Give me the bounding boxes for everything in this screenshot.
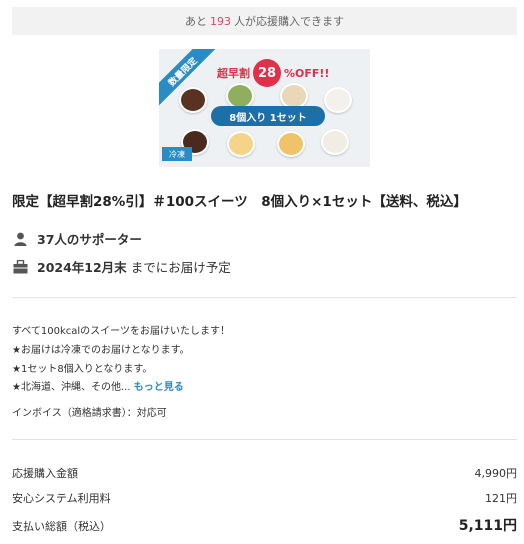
sale-label: 超早割	[217, 67, 250, 80]
support-amount-row: 応援購入金額 4,990円	[12, 465, 517, 481]
remaining-prefix: あと	[185, 15, 207, 28]
delivery-row: 2024年12月末 までにお届け予定	[12, 257, 231, 276]
product-title: 限定【超早割28%引】＃100スイーツ 8個入り×1セット【送料、税込】	[12, 194, 467, 210]
total-label: 支払い総額（税込）	[12, 520, 111, 533]
supporters-row: 37人のサポーター	[12, 229, 146, 248]
description-line: すべて100kcalのスイーツをお届けいたします！	[12, 326, 230, 337]
remaining-suffix: 人が応援購入できます	[234, 15, 344, 28]
divider	[12, 297, 517, 298]
description-line: ★1セット8個入りとなります。	[12, 364, 153, 375]
box-icon	[12, 259, 28, 275]
set-pill: 8個入り 1セット	[211, 106, 325, 126]
system-fee-row: 安心システム利用料 121円	[12, 490, 517, 506]
support-amount-label: 応援購入金額	[12, 467, 78, 480]
sweet-cup	[179, 87, 207, 113]
read-more-link[interactable]: もっと見る	[134, 382, 184, 393]
total-row: 支払い総額（税込） 5,111円	[12, 515, 517, 535]
sale-suffix: %OFF!!	[284, 66, 330, 80]
divider	[12, 439, 517, 440]
system-fee-label: 安心システム利用料	[12, 492, 111, 505]
sweet-cup	[227, 131, 255, 157]
sweet-cup	[277, 131, 305, 157]
total-amount: 5,111円	[458, 518, 517, 534]
sale-badge: 超早割 28 %OFF!!	[217, 59, 329, 87]
supporters-count: 37人のサポーター	[37, 232, 142, 247]
description-line: ★お届けは冷凍でのお届けとなります。	[12, 345, 190, 356]
frozen-label: 冷凍	[162, 147, 192, 161]
delivery-suffix: までにお届け予定	[130, 260, 231, 275]
remaining-count-banner: あと 193 人が応援購入できます	[12, 7, 517, 35]
delivery-date: 2024年12月末	[37, 260, 127, 275]
product-image[interactable]: 数量限定 超早割 28 %OFF!! 8個入り 1セット 冷凍	[159, 49, 370, 167]
sale-percent: 28	[253, 59, 281, 87]
system-fee-amount: 121円	[485, 492, 517, 505]
user-icon	[12, 231, 28, 247]
invoice-note: インボイス（適格請求書）：対応可	[12, 408, 167, 419]
sweet-cup	[321, 129, 349, 155]
description-line: ★北海道、沖縄、その他...	[12, 382, 131, 393]
remaining-count: 193	[210, 14, 231, 28]
sweet-cup	[324, 87, 352, 113]
support-amount: 4,990円	[474, 467, 518, 480]
description-line-last: ★北海道、沖縄、その他... もっと見る	[12, 378, 184, 393]
